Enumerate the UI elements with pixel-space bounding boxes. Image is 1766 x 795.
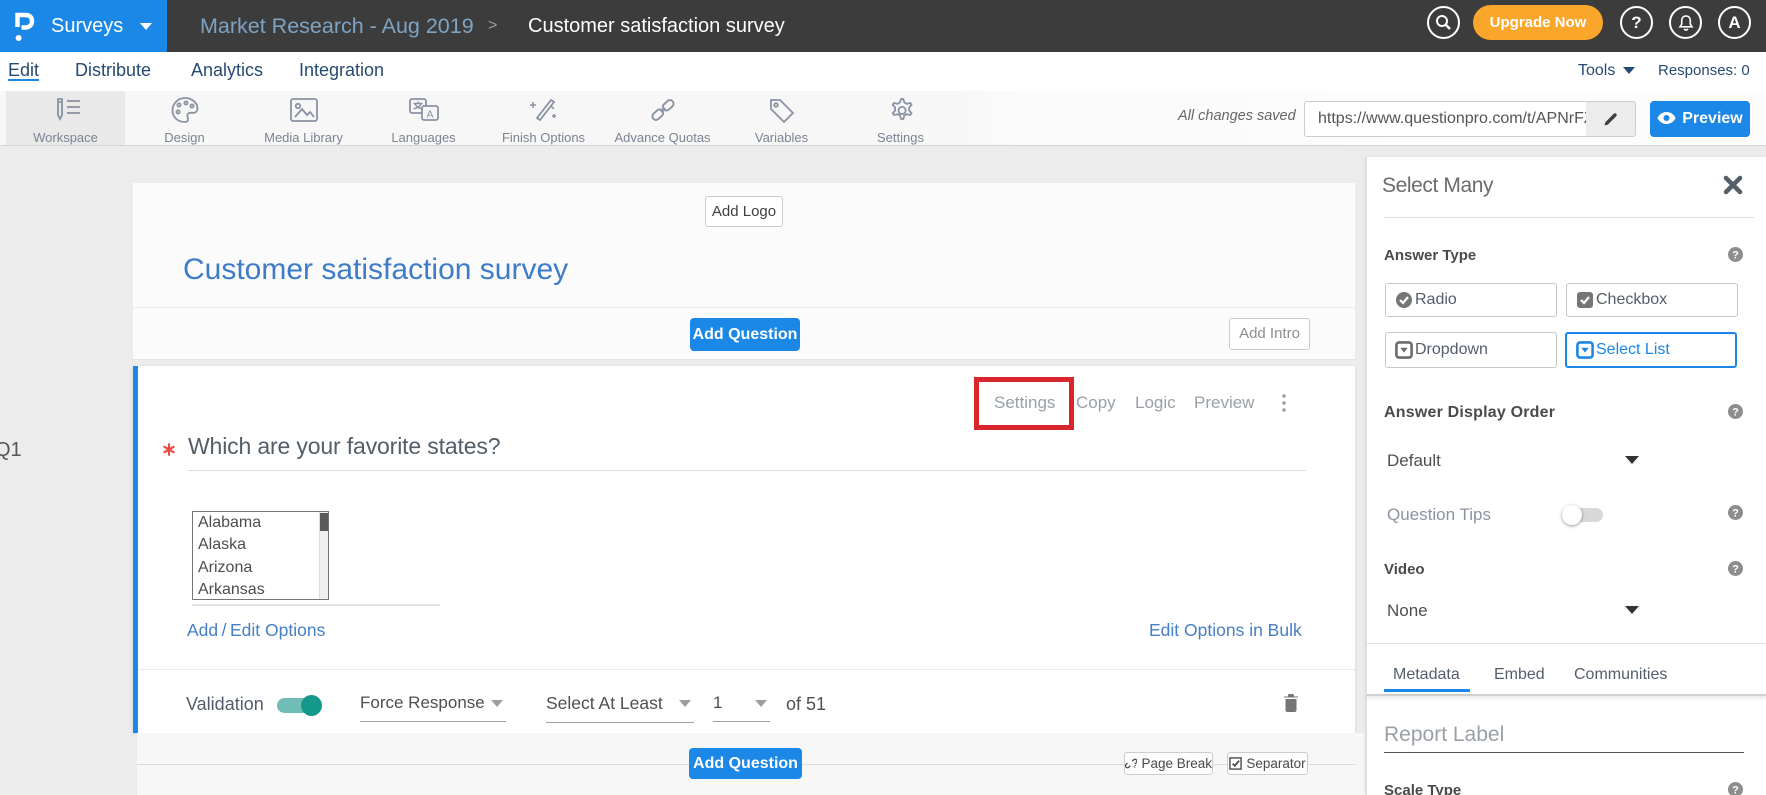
svg-text:A: A: [426, 109, 433, 121]
svg-text:?: ?: [1732, 407, 1739, 419]
svg-text:?: ?: [1732, 508, 1739, 520]
svg-text:?: ?: [1732, 785, 1739, 795]
svg-text:?: ?: [1732, 564, 1739, 576]
svg-text:?: ?: [1732, 250, 1739, 262]
